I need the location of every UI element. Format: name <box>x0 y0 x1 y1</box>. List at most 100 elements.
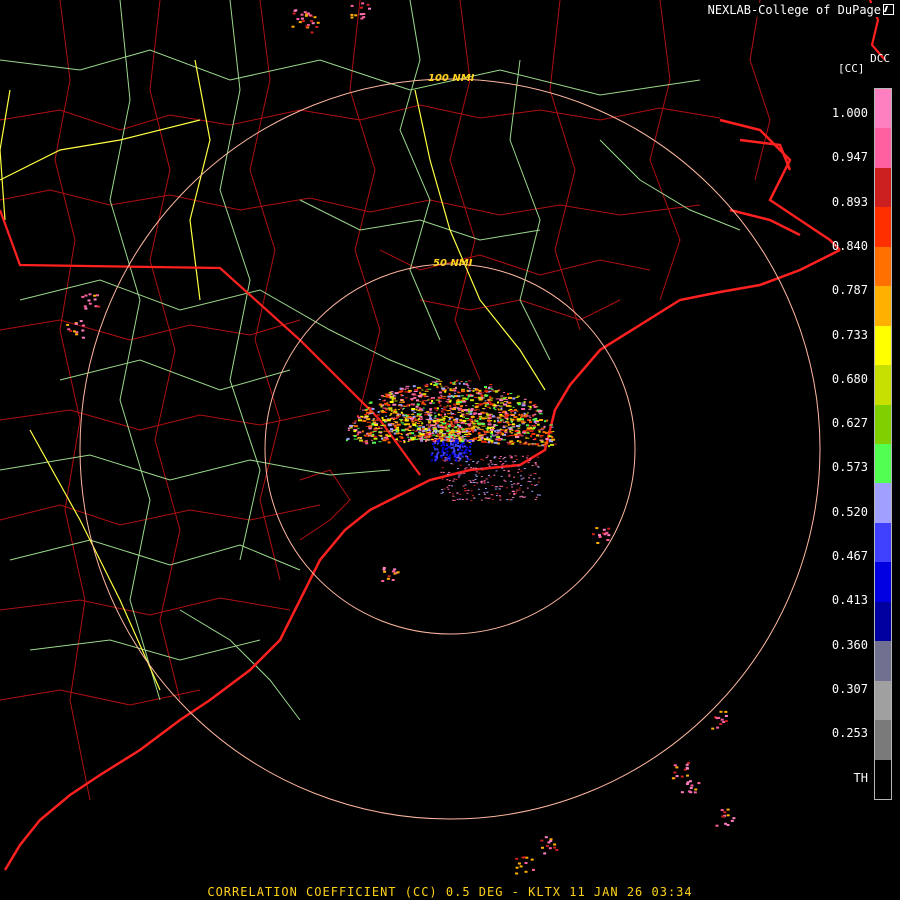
echo-pixel <box>472 496 475 498</box>
echo-pixel <box>512 497 515 499</box>
echo-pixel <box>512 441 516 443</box>
credit-text: NEXLAB-College of DuPage <box>707 3 881 17</box>
echo-pixel <box>687 761 690 764</box>
echo-pixel <box>311 22 315 25</box>
echo-pixel <box>488 414 492 415</box>
echo-pixel <box>97 305 101 308</box>
echo-pixel <box>487 423 492 426</box>
echo-pixel <box>539 419 544 421</box>
echo-pixel <box>313 16 317 19</box>
echo-pixel <box>526 415 531 417</box>
echo-pixel <box>515 436 520 438</box>
echo-pixel <box>501 433 504 436</box>
echo-pixel <box>388 407 393 410</box>
colorscale-tick-label: 0.947 <box>831 150 868 165</box>
echo-pixel <box>523 442 527 445</box>
colorscale-segment <box>875 89 891 129</box>
echo-pixel <box>401 395 404 397</box>
echo-pixel <box>447 401 450 404</box>
echo-pixel <box>387 441 391 444</box>
echo-pixel <box>424 427 428 430</box>
colorscale-tick-label: 0.307 <box>831 681 868 696</box>
echo-pixel <box>485 416 490 418</box>
echo-pixel <box>537 445 542 447</box>
echo-pixel <box>475 471 478 473</box>
echo-pixel <box>380 435 383 437</box>
echo-pixel <box>431 397 435 399</box>
echo-pixel <box>441 434 444 437</box>
echo-pixel <box>406 423 411 426</box>
echo-pixel <box>397 413 401 415</box>
echo-pixel <box>539 494 541 496</box>
echo-pixel <box>494 486 497 488</box>
echo-pixel <box>490 461 492 463</box>
echo-pixel <box>534 437 537 440</box>
echo-pixel <box>523 412 526 415</box>
echo-pixel <box>478 431 481 434</box>
echo-pixel <box>402 405 405 407</box>
echo-pixel <box>471 428 475 431</box>
echo-pixel <box>540 839 544 842</box>
echo-pixel <box>472 461 475 462</box>
echo-pixel <box>470 481 472 483</box>
echo-pixel <box>472 389 475 392</box>
echo-pixel <box>459 445 461 448</box>
echo-pixel <box>449 431 454 434</box>
echo-pixel <box>726 814 730 817</box>
echo-pixel <box>457 400 460 402</box>
echo-pixel <box>480 476 483 478</box>
echo-pixel <box>508 474 511 476</box>
echo-pixel <box>393 432 396 435</box>
echo-pixel <box>430 459 433 462</box>
echo-pixel <box>512 461 515 463</box>
echo-pixel <box>462 485 465 487</box>
echo-pixel <box>388 393 393 395</box>
echo-pixel <box>508 493 511 495</box>
echo-pixel <box>481 469 484 471</box>
echo-pixel <box>440 492 443 494</box>
echo-pixel <box>452 499 455 501</box>
echo-pixel <box>450 472 453 474</box>
colorscale-tick-label: 0.360 <box>831 637 868 652</box>
echo-pixel <box>431 400 434 402</box>
echo-pixel <box>537 466 540 468</box>
echo-pixel <box>69 329 73 332</box>
echo-pixel <box>458 453 461 456</box>
echo-pixel <box>465 383 469 386</box>
echo-pixel <box>74 322 78 325</box>
echo-pixel <box>511 423 515 426</box>
echo-pixel <box>500 415 505 417</box>
echo-pixel <box>491 485 494 486</box>
echo-pixel <box>448 418 451 421</box>
echo-pixel <box>514 419 518 421</box>
echo-pixel <box>470 389 473 391</box>
echo-pixel <box>462 442 465 445</box>
echo-pixel <box>529 430 534 433</box>
echo-pixel <box>457 395 461 398</box>
echo-pixel <box>467 458 470 461</box>
echo-pixel <box>472 467 475 469</box>
echo-pixel <box>536 465 539 467</box>
echo-pixel <box>457 445 459 447</box>
echo-pixel <box>529 481 532 483</box>
echo-pixel <box>66 323 70 326</box>
echo-pixel <box>478 472 481 474</box>
echo-pixel <box>478 493 481 495</box>
echo-pixel <box>417 387 422 389</box>
echo-pixel <box>428 420 433 422</box>
echo-pixel <box>468 424 471 427</box>
echo-pixel <box>413 434 416 436</box>
echo-pixel <box>440 444 443 447</box>
echo-pixel <box>519 443 524 445</box>
echo-pixel <box>510 484 513 486</box>
echo-pixel <box>536 420 540 421</box>
echo-pixel <box>477 461 480 463</box>
echo-pixel <box>81 336 85 339</box>
echo-pixel <box>511 429 514 431</box>
echo-pixel <box>465 418 470 419</box>
echo-pixel <box>680 791 684 794</box>
echo-pixel <box>471 430 473 432</box>
echo-pixel <box>433 417 437 419</box>
echo-pixel <box>511 434 516 436</box>
echo-pixel <box>494 434 499 436</box>
